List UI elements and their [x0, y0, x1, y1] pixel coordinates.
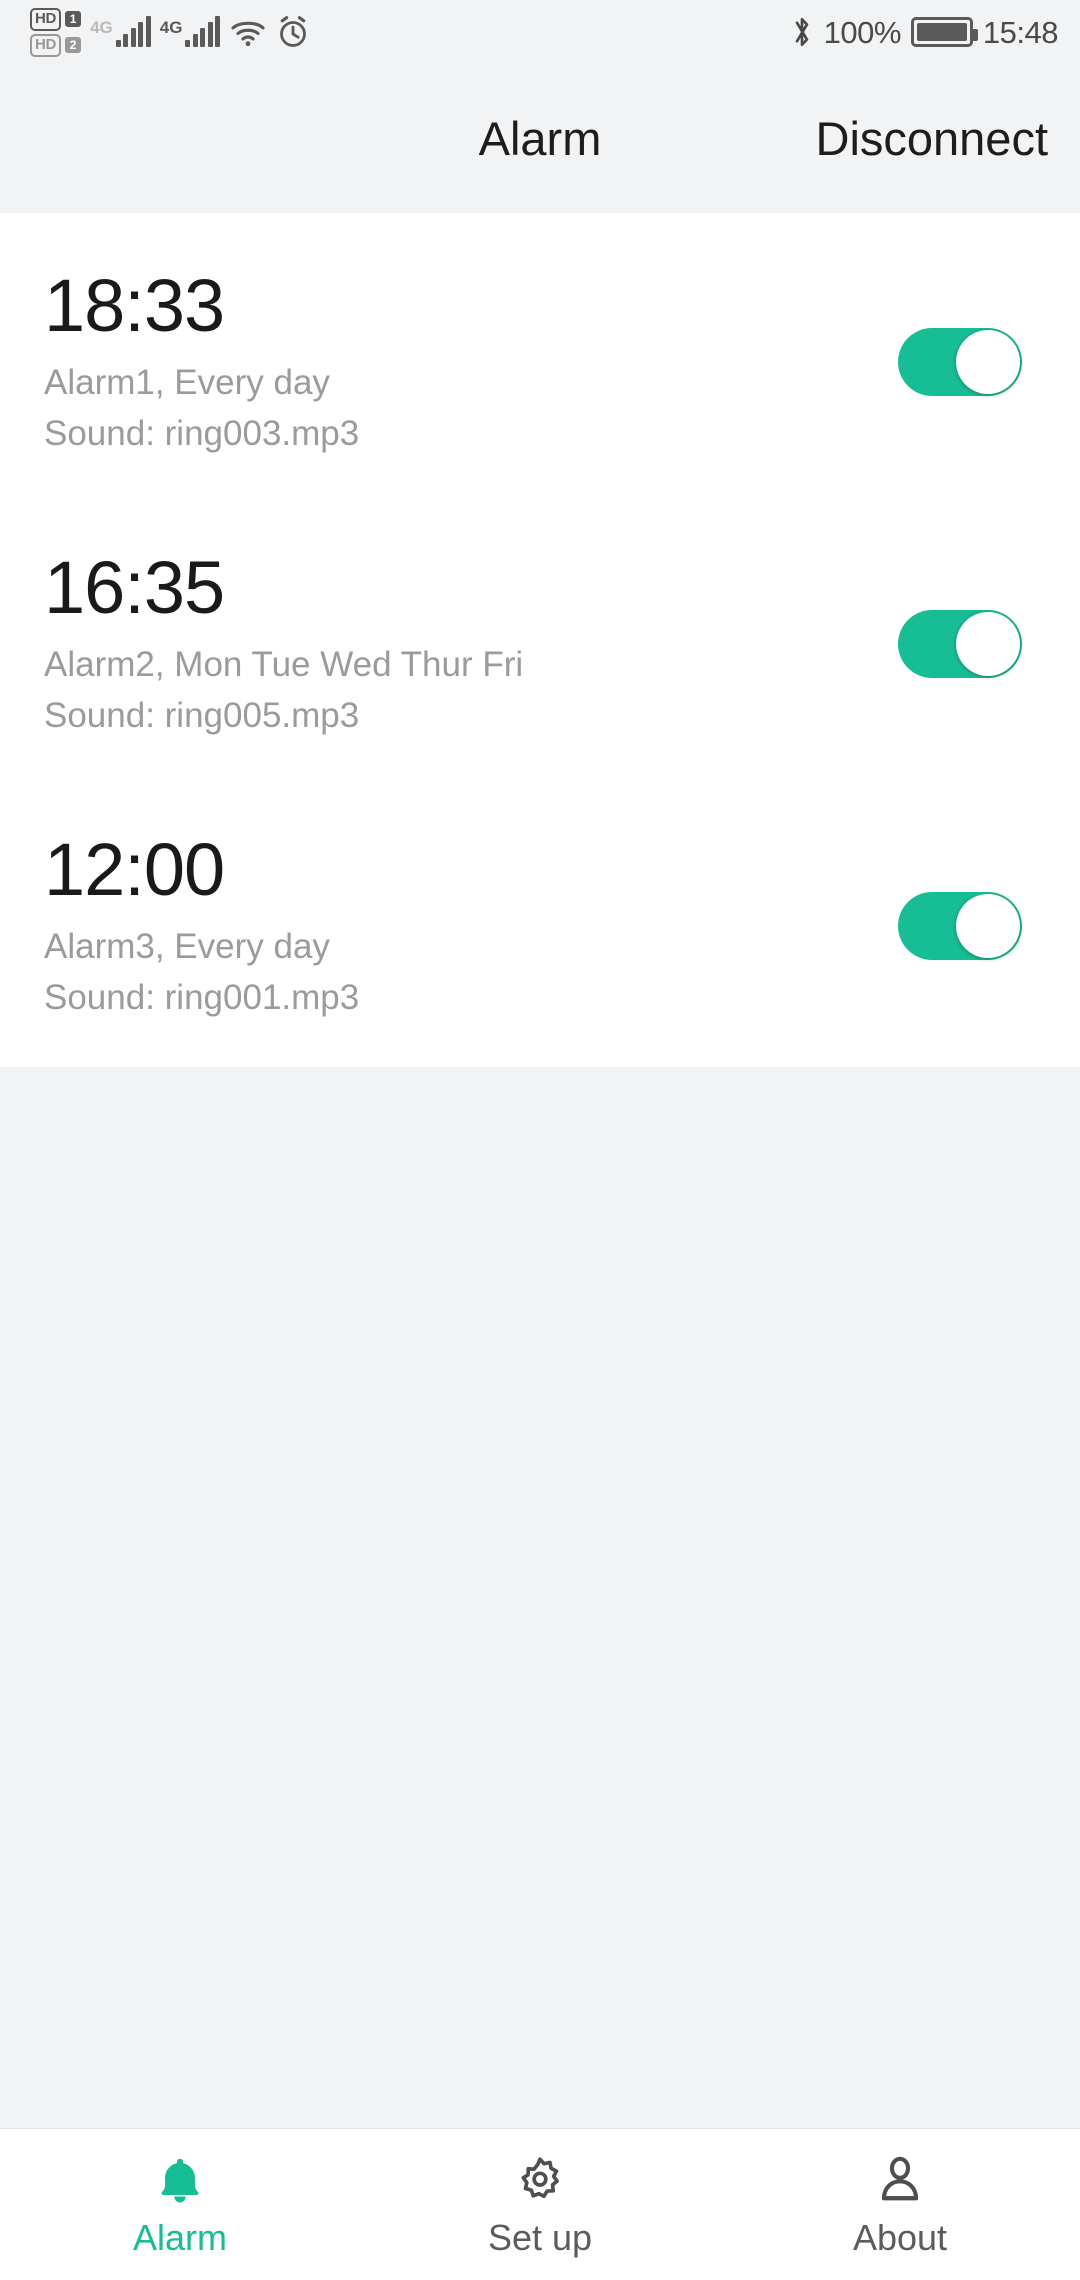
- status-bar-clock: 15:48: [982, 14, 1059, 50]
- phone-screen: HD 1 HD 2 4G 4G 100% 15:48 Alarm Disconn…: [0, 0, 1080, 2280]
- alarm-time: 18:33: [44, 263, 225, 347]
- app-header: Alarm Disconnect: [0, 64, 1080, 213]
- network-type-label: 4G: [159, 18, 183, 37]
- alarm-toggle[interactable]: [898, 892, 1022, 960]
- bluetooth-icon: [795, 17, 808, 47]
- signal-bars-icon: [185, 16, 221, 47]
- hd-badge: HD: [30, 7, 62, 31]
- status-bar-right: 100% 15:48: [790, 14, 1059, 50]
- alarm-toggle[interactable]: [898, 328, 1022, 396]
- alarm-list: 18:33 Alarm1, Every day Sound: ring003.m…: [0, 213, 1080, 1067]
- alarm-clock-icon: [280, 16, 307, 47]
- gear-icon: [521, 2156, 559, 2198]
- alarm-sound: Sound: ring005.mp3: [44, 696, 360, 736]
- tab-alarm[interactable]: Alarm: [0, 2129, 360, 2280]
- alarm-details[interactable]: 16:35 Alarm2, Mon Tue Wed Thur Fri Sound…: [44, 549, 898, 739]
- toggle-thumb: [956, 330, 1020, 394]
- alarm-toggle[interactable]: [898, 610, 1022, 678]
- disconnect-button[interactable]: Disconnect: [816, 115, 1049, 162]
- table-row[interactable]: 18:33 Alarm1, Every day Sound: ring003.m…: [0, 221, 1080, 503]
- alarm-details[interactable]: 18:33 Alarm1, Every day Sound: ring003.m…: [44, 267, 898, 457]
- alarm-details[interactable]: 12:00 Alarm3, Every day Sound: ring001.m…: [44, 831, 898, 1021]
- tab-label: Alarm: [132, 2216, 227, 2258]
- alarm-time: 12:00: [44, 827, 225, 911]
- toggle-thumb: [956, 894, 1020, 958]
- tab-label: Set up: [487, 2216, 593, 2258]
- wifi-icon: [231, 21, 266, 47]
- person-icon: [881, 2156, 919, 2200]
- network-type-label: 4G: [90, 18, 113, 37]
- signal-indicator-sim2: 4G: [159, 16, 221, 47]
- alarm-time: 16:35: [44, 545, 225, 629]
- sim-number: 1: [65, 11, 82, 27]
- alarm-label-and-repeat: Alarm2, Mon Tue Wed Thur Fri: [44, 644, 524, 684]
- sim-number: 2: [65, 37, 82, 53]
- tab-set-up[interactable]: Set up: [360, 2129, 720, 2280]
- hd-sim1-indicator: HD 1: [30, 7, 82, 31]
- table-row[interactable]: 16:35 Alarm2, Mon Tue Wed Thur Fri Sound…: [0, 503, 1080, 785]
- tab-about[interactable]: About: [720, 2129, 1080, 2280]
- battery-full-icon: [910, 17, 978, 47]
- status-bar: HD 1 HD 2 4G 4G 100% 15:48: [0, 0, 1080, 64]
- bell-icon: [161, 2158, 199, 2203]
- battery-percent-label: 100%: [823, 14, 902, 50]
- signal-indicator-sim1: 4G: [90, 16, 151, 47]
- hd-voice-indicators: HD 1 HD 2: [30, 7, 82, 57]
- table-row[interactable]: 12:00 Alarm3, Every day Sound: ring001.m…: [0, 785, 1080, 1067]
- hd-badge: HD: [30, 33, 62, 57]
- empty-content-area: [0, 1067, 1080, 2128]
- signal-bars-icon: [115, 16, 151, 47]
- status-bar-left: HD 1 HD 2 4G 4G: [30, 7, 310, 57]
- tab-label: About: [852, 2216, 948, 2258]
- bottom-navigation: Alarm Set up About: [0, 2128, 1080, 2280]
- alarm-sound: Sound: ring001.mp3: [44, 978, 360, 1018]
- toggle-thumb: [956, 612, 1020, 676]
- alarm-label-and-repeat: Alarm1, Every day: [44, 362, 330, 402]
- hd-sim2-indicator: HD 2: [30, 33, 82, 57]
- alarm-label-and-repeat: Alarm3, Every day: [44, 926, 330, 966]
- alarm-sound: Sound: ring003.mp3: [44, 414, 360, 454]
